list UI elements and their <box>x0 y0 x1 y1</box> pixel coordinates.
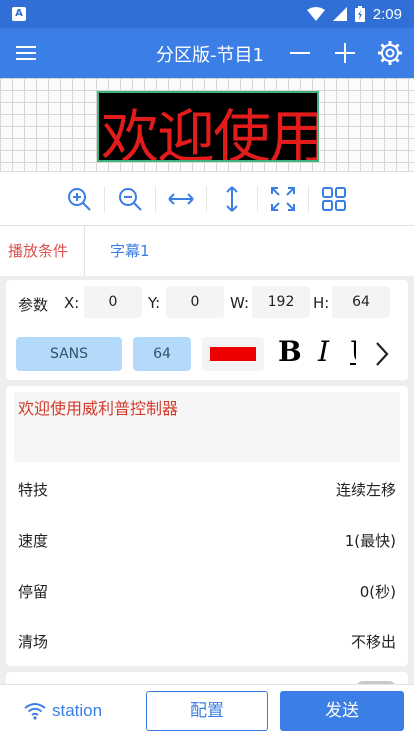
row-value: 0(秒) <box>359 583 396 601</box>
plus-icon[interactable] <box>331 39 359 67</box>
bold-button[interactable]: B <box>278 335 302 368</box>
wifi-name: station <box>52 701 103 720</box>
signal-icon <box>332 7 347 21</box>
gear-icon[interactable] <box>376 39 404 67</box>
toolbar-divider <box>206 186 207 212</box>
underline-button[interactable]: U <box>350 335 356 368</box>
params-label: 参数 <box>18 296 49 314</box>
clock: 2:09 <box>372 5 402 23</box>
bottom-bar: station 配置 发送 <box>0 684 414 736</box>
led-preview-canvas: 欢迎使用威利普控制器 <box>0 78 414 172</box>
x-input[interactable]: 0 <box>84 286 142 318</box>
tab-divider <box>84 226 85 276</box>
toolbar-divider <box>104 186 105 212</box>
zoom-out-icon[interactable] <box>115 184 145 214</box>
wifi-icon <box>24 703 46 720</box>
row-key: 停留 <box>18 583 49 601</box>
canvas-toolbar <box>0 172 414 226</box>
row-key: 速度 <box>18 532 49 550</box>
content-card: 欢迎使用威利普控制器 特技 连续左移 速度 1(最快) 停留 0(秒) 清场 不… <box>6 386 408 666</box>
status-bar: A 2:09 <box>0 0 414 28</box>
tab-play-conditions[interactable]: 播放条件 <box>8 240 68 261</box>
row-value: 不移出 <box>350 633 396 651</box>
y-label: Y: <box>148 294 161 312</box>
chevron-right-icon[interactable] <box>372 340 392 368</box>
row-value: 1(最快) <box>344 532 396 550</box>
text-input-area[interactable]: 欢迎使用威利普控制器 <box>14 392 400 462</box>
grid-layout-icon[interactable] <box>319 184 349 214</box>
send-button[interactable]: 发送 <box>280 691 404 731</box>
h-input[interactable]: 64 <box>332 286 390 318</box>
row-key: 特技 <box>18 481 49 499</box>
page-title: 分区版-节目1 <box>156 45 264 66</box>
x-label: X: <box>64 294 80 312</box>
fullscreen-icon[interactable] <box>268 184 298 214</box>
params-card: 参数 X: 0 Y: 0 W: 192 H: 64 SANS 64 B I U <box>6 280 408 380</box>
menu-icon[interactable] <box>14 41 38 65</box>
stretch-vertical-icon[interactable] <box>217 184 247 214</box>
italic-button[interactable]: I <box>318 335 329 368</box>
led-preview-text: 欢迎使用威利普控制器 <box>101 103 317 162</box>
row-key: 清场 <box>18 633 49 651</box>
w-label: W: <box>230 294 250 312</box>
w-input[interactable]: 192 <box>252 286 310 318</box>
underline-button-clip: U <box>350 335 356 375</box>
app-screen: A 2:09 分区版-节目1 欢迎使用威利普控制器 <box>0 0 414 736</box>
system-icons: 2:09 <box>306 4 402 24</box>
wifi-status-icon <box>306 7 325 21</box>
app-bar: 分区版-节目1 <box>0 28 414 78</box>
row-value: 连续左移 <box>335 481 396 499</box>
toolbar-divider <box>308 186 309 212</box>
row-speed[interactable]: 速度 1(最快) <box>6 515 408 565</box>
stretch-horizontal-icon[interactable] <box>166 184 196 214</box>
zoom-in-icon[interactable] <box>64 184 94 214</box>
font-size-button[interactable]: 64 <box>133 337 191 371</box>
row-effect[interactable]: 特技 连续左移 <box>6 464 408 514</box>
tab-subtitle-1[interactable]: 字幕1 <box>110 240 150 261</box>
text-input-value: 欢迎使用威利普控制器 <box>18 399 179 418</box>
battery-icon <box>354 6 365 22</box>
row-stay[interactable]: 停留 0(秒) <box>6 566 408 616</box>
notification-app-icon: A <box>12 7 26 21</box>
toolbar-divider <box>155 186 156 212</box>
y-input[interactable]: 0 <box>166 286 224 318</box>
config-button[interactable]: 配置 <box>146 691 268 731</box>
tab-bar: 播放条件 字幕1 <box>0 226 414 276</box>
row-clear[interactable]: 清场 不移出 <box>6 616 408 666</box>
text-color-button[interactable] <box>202 337 264 371</box>
h-label: H: <box>313 294 330 312</box>
led-area-frame[interactable]: 欢迎使用威利普控制器 <box>97 91 319 162</box>
wifi-connection[interactable]: station <box>24 699 102 723</box>
font-name-button[interactable]: SANS <box>16 337 122 371</box>
minus-icon[interactable] <box>286 39 314 67</box>
toolbar-divider <box>257 186 258 212</box>
color-swatch <box>210 347 256 361</box>
